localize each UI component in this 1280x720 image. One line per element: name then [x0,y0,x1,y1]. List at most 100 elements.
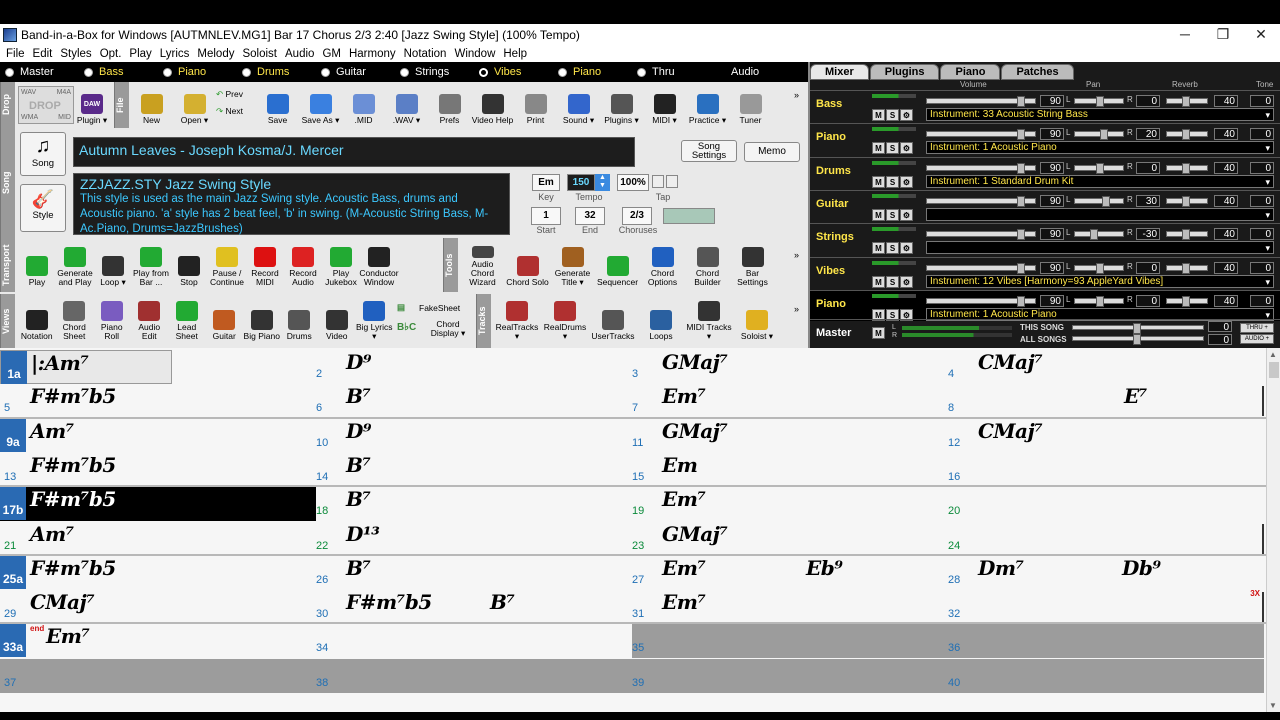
chord-symbol[interactable]: D¹³ [346,522,380,546]
reverb-knob[interactable] [1182,229,1191,241]
play-from-bar-button[interactable]: Play from Bar ... [132,246,170,288]
menu-styles[interactable]: Styles [60,48,91,60]
solo-button[interactable]: S [886,242,899,255]
daw-plugin-button[interactable]: DAW Plugin ▾ [76,84,108,126]
mute-button[interactable]: M [872,175,885,188]
chord-symbol[interactable]: B⁷ [346,487,371,511]
bar-26[interactable]: 26 B⁷ [316,556,632,590]
scroll-up-icon[interactable]: ▲ [1269,350,1277,359]
pan-knob[interactable] [1096,262,1104,274]
track-drums-3[interactable]: Drums [237,66,316,78]
pan-knob[interactable] [1102,195,1111,207]
tempo-minus-button[interactable] [652,175,664,188]
volume-knob[interactable] [1017,96,1025,107]
mixer-track-name[interactable]: Strings [816,231,854,243]
bar-9a[interactable]: 9a Am⁷ [0,418,316,453]
volume-slider[interactable] [926,295,1036,307]
bar-25a[interactable]: 25a F#m⁷b5 [0,555,316,590]
volume-slider[interactable] [926,195,1036,207]
volume-slider[interactable] [926,96,1036,107]
scroll-down-icon[interactable]: ▼ [1269,701,1277,710]
track-vibes-6[interactable]: Vibes [474,66,553,78]
soloist-button[interactable]: Soloist ▾ [733,300,781,342]
bar-23[interactable]: 23 GMaj⁷ [632,522,948,556]
conductor-window-button[interactable]: Conductor Window [359,246,399,288]
audio-edit-button[interactable]: Audio Edit [131,300,169,342]
reverb-value[interactable]: 40 [1214,95,1238,107]
save-as-button[interactable]: Save As ▾ [299,84,342,126]
mute-button[interactable]: M [872,109,885,121]
pan-value[interactable]: 0 [1136,161,1160,174]
end-field[interactable]: 32 [575,207,605,225]
bar-32[interactable]: 32 3X [948,589,1264,624]
chord-symbol[interactable]: D⁹ [346,419,372,443]
track-strings-5[interactable]: Strings [395,66,474,78]
mixer-tab-mixer[interactable]: Mixer [810,64,869,80]
chord-symbol-beat3[interactable]: Db⁹ [1122,556,1161,580]
bar-11[interactable]: 11 GMaj⁷ [632,419,948,453]
pan-knob[interactable] [1096,162,1104,174]
tempo-spinner[interactable]: ▲ ▼ [595,174,610,191]
reverb-value[interactable]: 40 [1214,128,1238,141]
chord-sheet-scrollbar[interactable]: ▲ ▼ [1266,348,1280,712]
volume-value[interactable]: 90 [1040,95,1064,107]
menu-play[interactable]: Play [129,48,151,60]
pan-slider[interactable] [1074,195,1124,207]
reverb-value[interactable]: 40 [1214,294,1238,307]
mixer-tab-plugins[interactable]: Plugins [869,64,940,80]
bar-35[interactable]: 35 [632,624,948,659]
chord-symbol[interactable]: Em⁷ [662,590,706,614]
bar-3[interactable]: 3 GMaj⁷ [632,350,948,384]
track-radio-icon[interactable] [242,67,251,77]
menu-soloist[interactable]: Soloist [242,48,277,60]
bar-8[interactable]: 8 E⁷ [948,384,1264,418]
bar-10[interactable]: 10 D⁹ [316,419,632,453]
mixer-tab-piano[interactable]: Piano [940,64,1001,80]
pan-value[interactable]: 0 [1136,95,1160,107]
reverb-slider[interactable] [1166,96,1208,107]
bar-38[interactable]: 38 [316,658,632,693]
audio-button[interactable]: AUDIO + [1240,334,1274,344]
chord-symbol[interactable]: F#m⁷b5 [30,487,116,511]
chord-symbol[interactable]: F#m⁷b5 [30,384,116,408]
minimize-button[interactable]: ─ [1166,24,1204,45]
bar-17b[interactable]: 17b F#m⁷b5 [0,487,316,522]
volume-knob[interactable] [1017,229,1025,241]
midi-button[interactable]: MIDI ▾ [643,84,686,126]
save-button[interactable]: Save [256,84,299,126]
menu-window[interactable]: Window [454,48,495,60]
bar-5[interactable]: 5 F#m⁷b5 [0,384,316,418]
chord-symbol[interactable]: Am⁷ [30,419,74,443]
realdrums-button[interactable]: RealDrums ▾ [541,300,589,342]
solo-button[interactable]: S [886,208,899,221]
track-radio-icon[interactable] [321,67,330,77]
menu-audio[interactable]: Audio [285,48,314,60]
chord-symbol[interactable]: |:Am⁷ [31,351,89,375]
song-button[interactable]: ♫ Song [20,132,66,176]
notation-button[interactable]: Notation [18,300,56,342]
chord-symbol[interactable]: Em [662,453,698,477]
reverb-value[interactable]: 40 [1214,261,1238,274]
chord-symbol[interactable]: GMaj⁷ [662,350,728,374]
bar-28[interactable]: 28 Dm⁷ Db⁹ [948,556,1264,590]
restore-button[interactable]: ❐ [1204,24,1242,45]
reverb-slider[interactable] [1166,195,1208,207]
chord-symbol[interactable]: Em⁷ [46,624,90,648]
key-field[interactable]: Em [532,174,560,191]
chord-symbol[interactable]: B⁷ [346,453,371,477]
new-button[interactable]: New [130,84,173,126]
chord-symbol[interactable]: F#m⁷b5 [346,590,432,614]
tap-tempo-pad[interactable] [663,208,715,224]
reverb-slider[interactable] [1166,262,1208,274]
fx-button[interactable]: ⚙ [900,275,913,288]
start-field[interactable]: 1 [531,207,561,225]
chord-symbol[interactable]: CMaj⁷ [978,419,1043,443]
toolbar-more-arrow[interactable]: » [794,90,799,100]
instrument-select[interactable]: Instrument: 33 Acoustic String Bass [926,108,1274,121]
bar-4[interactable]: 4 CMaj⁷ [948,350,1264,384]
tuner-button[interactable]: Tuner [729,84,772,126]
lead-sheet-button[interactable]: Lead Sheet [168,300,206,342]
piano-roll-button[interactable]: Piano Roll [93,300,131,342]
bar-31[interactable]: 31 Em⁷ [632,590,948,624]
fx-button[interactable]: ⚙ [900,175,913,188]
